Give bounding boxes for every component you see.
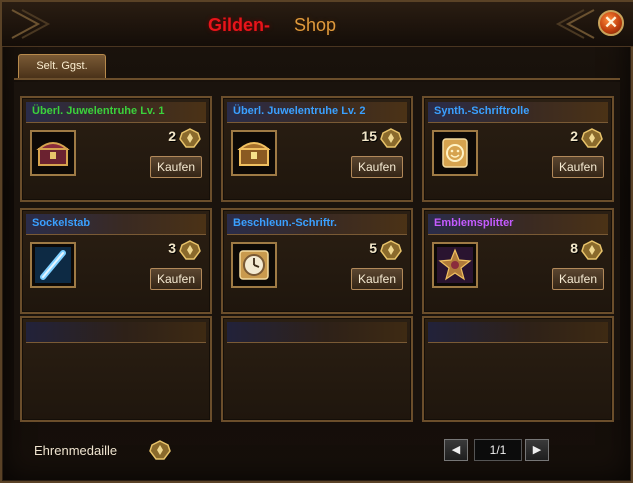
item-name: Emblemsplitter xyxy=(434,217,514,229)
item-grid: Überl. Juwelentruhe Lv. 1 2 Kaufen Überl… xyxy=(14,82,620,422)
item-name: Sockelstab xyxy=(32,217,91,229)
close-button[interactable]: ✕ xyxy=(598,10,624,36)
empty-slot xyxy=(221,316,413,422)
tab-divider xyxy=(14,78,620,80)
empty-slot-header xyxy=(26,322,206,343)
jewel-chest-icon[interactable] xyxy=(30,130,76,176)
empty-slot xyxy=(422,316,614,422)
item-price: 8 xyxy=(570,240,578,256)
buy-button[interactable]: Kaufen xyxy=(552,156,604,178)
empty-slot xyxy=(20,316,212,422)
tab-rare-items[interactable]: Selt. Ggst. xyxy=(18,54,106,78)
shop-item: Überl. Juwelentruhe Lv. 1 2 Kaufen xyxy=(20,96,212,202)
honor-medal-icon xyxy=(581,128,603,148)
buy-button[interactable]: Kaufen xyxy=(552,268,604,290)
shop-item: Emblemsplitter 8 Kaufen xyxy=(422,208,614,314)
buy-button[interactable]: Kaufen xyxy=(351,268,403,290)
corner-ornament-right xyxy=(555,9,595,39)
emblem-shard-icon[interactable] xyxy=(432,242,478,288)
item-header: Emblemsplitter xyxy=(428,214,608,235)
item-name: Synth.-Schriftrolle xyxy=(434,105,530,117)
smiley-scroll-icon[interactable] xyxy=(432,130,478,176)
honor-medal-icon xyxy=(380,240,402,260)
socket-rod-icon[interactable] xyxy=(30,242,76,288)
honor-medal-icon xyxy=(380,128,402,148)
honor-medal-icon xyxy=(581,240,603,260)
item-name: Überl. Juwelentruhe Lv. 2 xyxy=(233,105,366,117)
page-indicator: 1/1 xyxy=(474,439,522,461)
item-header: Synth.-Schriftrolle xyxy=(428,102,608,123)
title-shop: Shop xyxy=(293,15,337,35)
item-name: Überl. Juwelentruhe Lv. 1 xyxy=(32,105,165,117)
shop-item: Überl. Juwelentruhe Lv. 2 15 Kaufen xyxy=(221,96,413,202)
shop-item: Beschleun.-Schriftr. 5 Kaufen xyxy=(221,208,413,314)
buy-button[interactable]: Kaufen xyxy=(150,268,202,290)
next-page-button[interactable]: ▶ xyxy=(525,439,549,461)
item-header: Überl. Juwelentruhe Lv. 1 xyxy=(26,102,206,123)
buy-button[interactable]: Kaufen xyxy=(351,156,403,178)
title-guild: Gilden- xyxy=(207,15,270,35)
item-price: 3 xyxy=(168,240,176,256)
shop-item: Sockelstab 3 Kaufen xyxy=(20,208,212,314)
jewel-chest-icon[interactable] xyxy=(231,130,277,176)
currency-label: Ehrenmedaille xyxy=(34,443,118,458)
honor-medal-icon xyxy=(179,128,201,148)
honor-medal-icon xyxy=(179,240,201,260)
title-bar: Gilden- Shop ✕ xyxy=(2,2,633,47)
item-header: Beschleun.-Schriftr. xyxy=(227,214,407,235)
empty-slot-header xyxy=(428,322,608,343)
guild-shop-window: Gilden- Shop ✕ Selt. Ggst. Überl. Juwelen… xyxy=(0,0,633,483)
buy-button[interactable]: Kaufen xyxy=(150,156,202,178)
clock-scroll-icon[interactable] xyxy=(231,242,277,288)
item-price: 2 xyxy=(570,128,578,144)
item-price: 5 xyxy=(369,240,377,256)
item-header: Sockelstab xyxy=(26,214,206,235)
item-price: 2 xyxy=(168,128,176,144)
window-title: Gilden- Shop xyxy=(2,15,542,36)
item-name: Beschleun.-Schriftr. xyxy=(233,217,337,229)
item-header: Überl. Juwelentruhe Lv. 2 xyxy=(227,102,407,123)
item-price: 15 xyxy=(361,128,377,144)
empty-slot-header xyxy=(227,322,407,343)
shop-item: Synth.-Schriftrolle 2 Kaufen xyxy=(422,96,614,202)
honor-medal-icon xyxy=(149,440,171,460)
prev-page-button[interactable]: ◀ xyxy=(444,439,468,461)
